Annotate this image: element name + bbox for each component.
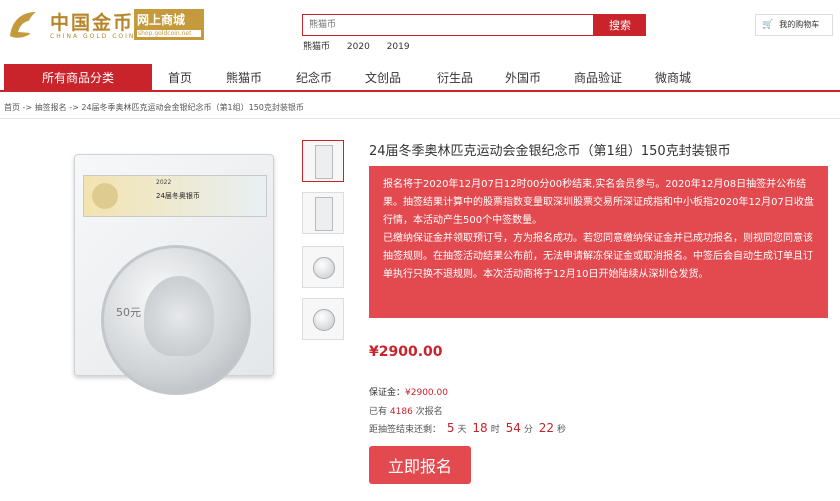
search-input[interactable] bbox=[302, 14, 594, 36]
coin-thumb-icon bbox=[313, 257, 335, 279]
search-bar: 搜索 bbox=[302, 14, 646, 36]
thumbnail-slab-back[interactable] bbox=[302, 192, 344, 234]
cart-button[interactable]: 🛒 我的购物车 bbox=[755, 14, 833, 36]
cart-label: 我的购物车 bbox=[779, 20, 820, 29]
countdown-minutes: 54 bbox=[505, 421, 521, 435]
signup-count-prefix: 已有 bbox=[369, 407, 388, 417]
divider bbox=[0, 118, 840, 119]
signup-button[interactable]: 立即报名 bbox=[369, 446, 471, 484]
search-button[interactable]: 搜索 bbox=[594, 14, 646, 36]
thumbnail-coin-reverse[interactable] bbox=[302, 246, 344, 288]
slab-year: 2022 bbox=[156, 179, 172, 186]
nav-item-derivatives[interactable]: 衍生品 bbox=[437, 64, 473, 92]
hot-keyword[interactable]: 2019 bbox=[387, 42, 410, 52]
deposit: 保证金：¥2900.00 bbox=[369, 385, 448, 398]
shop-badge: 网上商城 shop.goldcoin.net bbox=[134, 9, 204, 40]
nav-item-panda[interactable]: 熊猫币 bbox=[226, 64, 262, 92]
nav-item-creative[interactable]: 文创品 bbox=[365, 64, 401, 92]
coin-face-value: 50元 bbox=[116, 306, 141, 319]
site-logo[interactable]: 中国金币 CHINA GOLD COIN 网上商城 shop.goldcoin.… bbox=[6, 6, 206, 46]
lottery-notice: 报名将于2020年12月07日12时00分00秒结束,实名会员参与。2020年1… bbox=[369, 166, 828, 318]
main-nav: 所有商品分类 首页 熊猫币 纪念币 文创品 衍生品 外国币 商品验证 微商城 bbox=[0, 64, 840, 92]
signup-count-suffix: 次报名 bbox=[415, 407, 443, 417]
thumbnail-coin-obverse[interactable] bbox=[302, 298, 344, 340]
product-price: ¥2900.00 bbox=[369, 344, 443, 360]
slab-thumb-icon bbox=[315, 145, 333, 179]
countdown-hours: 18 bbox=[472, 421, 488, 435]
countdown-label: 距抽签结束还剩： bbox=[369, 425, 442, 435]
nav-item-verify[interactable]: 商品验证 bbox=[574, 64, 622, 92]
signup-count: 已有 4186 次报名 bbox=[369, 404, 443, 417]
nav-item-foreign[interactable]: 外国币 bbox=[505, 64, 541, 92]
nav-item-home[interactable]: 首页 bbox=[168, 64, 192, 92]
coin-slab: 2022 24届冬奥银币 50元 bbox=[74, 154, 274, 395]
slab-label: 2022 24届冬奥银币 bbox=[83, 175, 267, 217]
countdown-unit-minutes: 分 bbox=[523, 425, 533, 435]
slab-thumb-icon bbox=[315, 197, 333, 231]
countdown-unit-seconds: 秒 bbox=[557, 425, 567, 435]
countdown-days: 5 bbox=[446, 421, 455, 435]
countdown-unit-days: 天 bbox=[457, 425, 467, 435]
thumbnail-slab-front[interactable] bbox=[302, 140, 344, 182]
hot-keyword[interactable]: 2020 bbox=[347, 42, 370, 52]
all-categories-button[interactable]: 所有商品分类 bbox=[4, 64, 152, 92]
countdown: 距抽签结束还剩： 5天 18 时 54 分 22 秒 bbox=[369, 421, 566, 435]
silver-coin: 50元 bbox=[101, 245, 251, 395]
brand-name: 中国金币 bbox=[50, 12, 135, 34]
breadcrumb[interactable]: 首页 -> 抽签报名 -> 24届冬季奥林匹克运动会金银纪念币（第1组）150克… bbox=[4, 102, 304, 113]
shop-badge-url: shop.goldcoin.net bbox=[137, 30, 201, 37]
deposit-amount: ¥2900.00 bbox=[405, 388, 448, 398]
nav-item-commemorative[interactable]: 纪念币 bbox=[296, 64, 332, 92]
notice-paragraph: 已缴纳保证金并领取预订号，方为报名成功。若您同意缴纳保证金并已成功报名，则视同您… bbox=[383, 233, 813, 280]
countdown-unit-hours: 时 bbox=[490, 425, 500, 435]
slab-name: 24届冬奥银币 bbox=[156, 192, 200, 200]
shop-badge-title: 网上商城 bbox=[137, 13, 186, 27]
product-main-image[interactable]: 2022 24届冬奥银币 50元 bbox=[62, 140, 288, 395]
hot-keyword[interactable]: 熊猫币 bbox=[303, 42, 330, 52]
coin-emblem-icon bbox=[10, 12, 36, 38]
signup-count-value: 4186 bbox=[389, 407, 413, 417]
countdown-seconds: 22 bbox=[538, 421, 555, 435]
slab-logo-icon bbox=[92, 183, 118, 209]
product-title: 24届冬季奥林匹克运动会金银纪念币（第1组）150克封装银币 bbox=[369, 144, 731, 159]
cart-icon: 🛒 bbox=[762, 20, 774, 30]
skater-relief-icon bbox=[144, 276, 214, 356]
deposit-label: 保证金： bbox=[369, 388, 406, 398]
nav-item-wechat-mall[interactable]: 微商城 bbox=[655, 64, 691, 92]
hot-keywords: 熊猫币 2020 2019 bbox=[303, 39, 424, 52]
header: 中国金币 CHINA GOLD COIN 网上商城 shop.goldcoin.… bbox=[0, 0, 840, 60]
notice-paragraph: 报名将于2020年12月07日12时00分00秒结束,实名会员参与。2020年1… bbox=[383, 179, 814, 226]
coin-thumb-icon bbox=[313, 309, 335, 331]
brand-name-en: CHINA GOLD COIN bbox=[50, 33, 136, 40]
